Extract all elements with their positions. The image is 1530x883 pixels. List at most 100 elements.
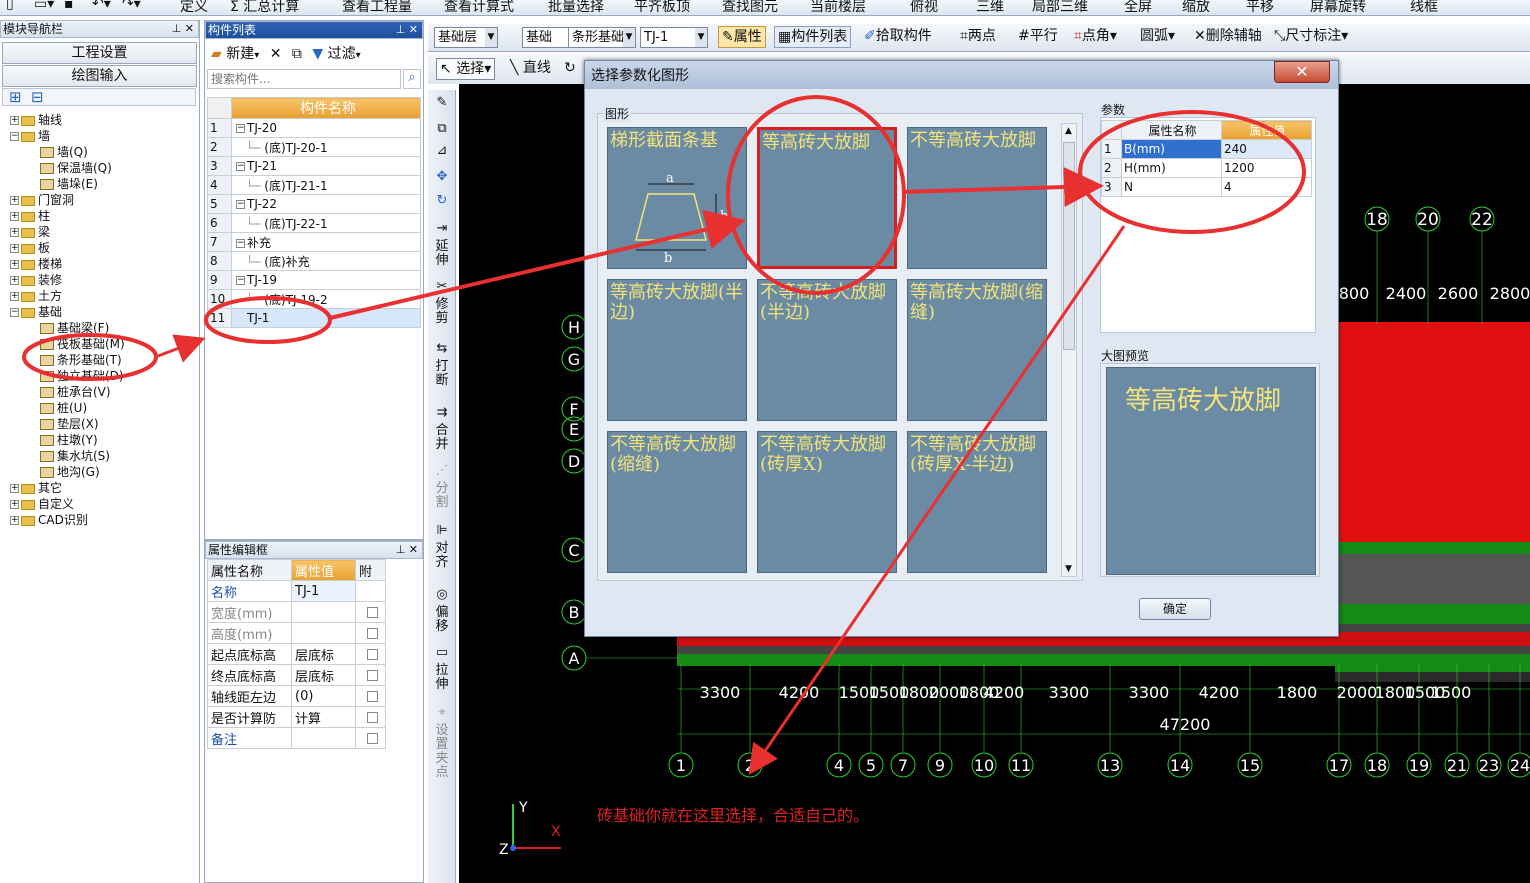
shape-tile[interactable]: 等高砖大放脚(半边) (607, 279, 747, 421)
component-row[interactable]: 5− TJ-22 (207, 194, 421, 214)
component-list-button[interactable]: ▦构件列表 (774, 26, 852, 48)
tree-item[interactable]: + 土方 (10, 288, 62, 304)
attach-checkbox[interactable] (366, 606, 378, 618)
component-search-input[interactable] (207, 69, 401, 89)
local-3d-button[interactable]: 局部三维 (1032, 0, 1088, 15)
component-row[interactable]: 8 └─ (底)补充 (207, 251, 421, 271)
collapse-icon[interactable]: − (236, 276, 245, 285)
pick-component-button[interactable]: ✐拾取构件 (864, 26, 932, 46)
drawing-input-button[interactable]: 绘图输入 (2, 65, 197, 87)
component-row[interactable]: 7− 补充 (207, 232, 421, 252)
attach-checkbox[interactable] (366, 669, 378, 681)
tree-item[interactable]: − 墙 (10, 128, 50, 144)
two-points-button[interactable]: ⌗两点 (960, 26, 996, 46)
component-type-select[interactable]: 条形基础 ▼ (568, 27, 636, 48)
tree-item[interactable]: + 柱 (10, 208, 50, 224)
property-value[interactable]: 层底标 (291, 664, 356, 686)
view-formula-button[interactable]: 查看计算式 (444, 0, 514, 15)
component-row[interactable]: 10 └─ (底)TJ-19-2 (207, 289, 421, 309)
tree-item[interactable]: 桩(U) (40, 400, 87, 416)
merge-button[interactable]: 合并 (430, 424, 454, 452)
tree-item[interactable]: + CAD识别 (10, 512, 88, 528)
tree-item[interactable]: 墙(Q) (40, 144, 88, 160)
pan-button[interactable]: 平移 (1246, 0, 1274, 15)
tree-item[interactable]: 基础梁(F) (40, 320, 109, 336)
move-icon[interactable]: ✥ (430, 170, 454, 184)
collapse-icon[interactable]: − (236, 200, 245, 209)
current-floor-button[interactable]: 当前楼层 (810, 0, 866, 15)
property-value[interactable] (291, 727, 356, 749)
rotate-icon[interactable]: ↻ (564, 58, 576, 78)
parameter-row[interactable]: 3N4 (1101, 177, 1312, 197)
dialog-close-button[interactable]: ✕ (1274, 61, 1330, 83)
attribute-button[interactable]: ✎属性 (718, 26, 766, 48)
redo-icon[interactable]: ↷▾ (122, 0, 141, 12)
open-icon[interactable]: ▭▾ (34, 0, 54, 12)
expand-icon[interactable]: + (10, 516, 19, 525)
save-icon[interactable]: ▪ (64, 0, 74, 12)
component-name-cell[interactable]: − TJ-19 (231, 270, 421, 290)
attach-checkbox[interactable] (366, 627, 378, 639)
component-name-cell[interactable]: └─ (底)TJ-20-1 (231, 137, 421, 157)
tree-item[interactable]: + 其它 (10, 480, 62, 496)
param-value[interactable]: 4 (1221, 177, 1312, 197)
component-row[interactable]: 6 └─ (底)TJ-22-1 (207, 213, 421, 233)
tree-item[interactable]: 墙垛(E) (40, 176, 98, 192)
arc-button[interactable]: 圆弧▾ (1140, 26, 1175, 46)
batch-select-button[interactable]: 批量选择 (548, 0, 604, 15)
extend-button[interactable]: 延伸 (430, 240, 454, 268)
expand-icon[interactable]: + (10, 196, 19, 205)
component-row[interactable]: 2 └─ (底)TJ-20-1 (207, 137, 421, 157)
delete-axis-button[interactable]: ✕删除辅轴 (1194, 26, 1262, 46)
tree-item[interactable]: − 基础 (10, 304, 62, 320)
component-row[interactable]: 11 TJ-1 (207, 308, 421, 328)
align-slab-top-button[interactable]: 平齐板顶 (634, 0, 690, 15)
attach-checkbox[interactable] (366, 732, 378, 744)
top-view-button[interactable]: 俯视 (910, 0, 938, 15)
shape-tile[interactable]: 等高砖大放脚 (757, 127, 897, 269)
expand-icon[interactable]: + (10, 260, 19, 269)
collapse-icon[interactable]: − (236, 162, 245, 171)
component-name-cell[interactable]: − TJ-20 (231, 118, 421, 138)
tree-item[interactable]: + 装修 (10, 272, 62, 288)
attach-checkbox[interactable] (366, 690, 378, 702)
scroll-thumb[interactable] (1063, 142, 1075, 350)
collapse-icon[interactable]: − (236, 238, 245, 248)
component-select[interactable]: TJ-1 ▼ (640, 27, 708, 48)
tree-item[interactable]: + 自定义 (10, 496, 74, 512)
tree-item[interactable]: 桩承台(V) (40, 384, 111, 400)
property-value[interactable]: 计算 (291, 706, 356, 728)
shape-tile[interactable]: 不等高砖大放脚(砖厚X-半边) (907, 431, 1047, 573)
floor-select[interactable]: 基础层 ▼ (434, 27, 498, 48)
collapse-all-icon[interactable]: ⊟ (31, 88, 44, 106)
ok-button[interactable]: 确定 (1139, 598, 1211, 620)
summary-calc-button[interactable]: Σ 汇总计算 (230, 0, 299, 15)
set-grip-button[interactable]: 设置夹点 (430, 724, 454, 780)
expand-icon[interactable]: + (10, 244, 19, 253)
3d-button[interactable]: 三维 (976, 0, 1004, 15)
search-icon[interactable]: ⌕ (403, 69, 421, 89)
expand-all-icon[interactable]: ⊞ (9, 88, 22, 106)
property-value[interactable]: 层底标 (291, 643, 356, 665)
split-button[interactable]: 分割 (430, 482, 454, 510)
tree-item[interactable]: 集水坑(S) (40, 448, 110, 464)
component-row[interactable]: 1− TJ-20 (207, 118, 421, 138)
scroll-up-icon[interactable]: ▲ (1065, 126, 1072, 136)
undo-icon[interactable]: ↶▾ (92, 0, 111, 12)
attach-checkbox[interactable] (366, 711, 378, 723)
tree-item[interactable]: 垫层(X) (40, 416, 99, 432)
tree-item[interactable]: 独立基础(D) (40, 368, 124, 384)
select-button[interactable]: ↖ 选择▾ (436, 58, 496, 80)
pin-close-icon[interactable]: ⊥ ✕ (172, 21, 194, 37)
pin-close-icon[interactable]: ⊥ ✕ (396, 542, 418, 558)
property-row[interactable]: 高度(mm) (207, 622, 386, 644)
tiles-scrollbar[interactable]: ▲ ▼ (1061, 123, 1077, 577)
pin-close-icon[interactable]: ⊥ ✕ (396, 22, 418, 38)
mirror-icon[interactable]: ⊿ (430, 144, 454, 158)
property-row[interactable]: 备注 (207, 727, 386, 749)
delete-icon[interactable]: ✕ (270, 46, 282, 62)
component-row[interactable]: 4 └─ (底)TJ-21-1 (207, 175, 421, 195)
component-name-cell[interactable]: └─ (底)TJ-19-2 (231, 289, 421, 309)
tree-item[interactable]: + 梁 (10, 224, 50, 240)
parallel-button[interactable]: #平行 (1018, 26, 1058, 46)
